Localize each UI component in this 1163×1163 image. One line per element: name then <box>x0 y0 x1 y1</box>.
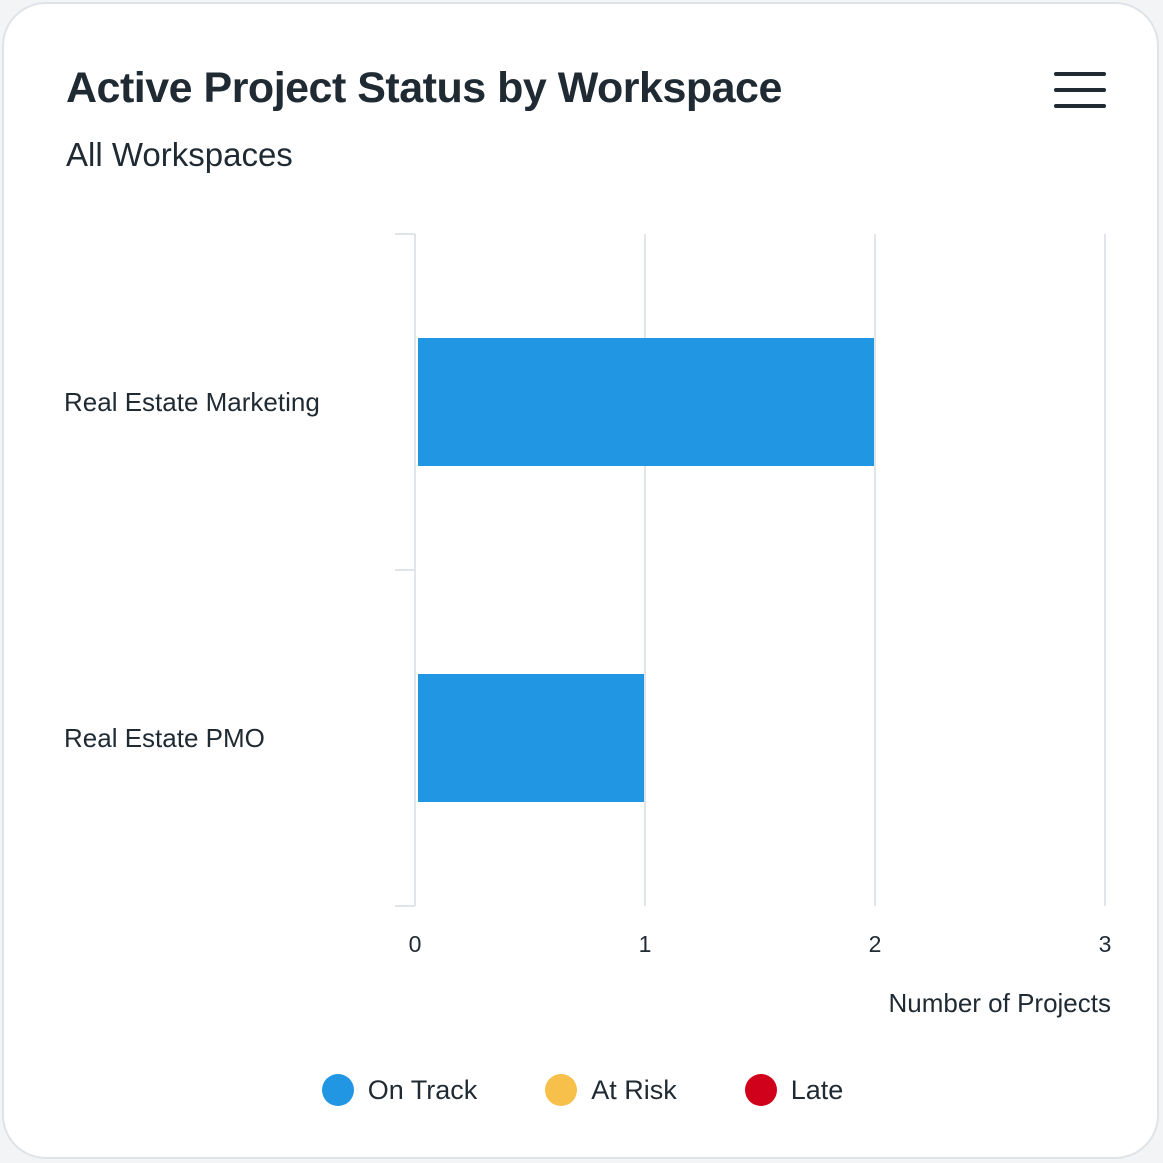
category-label: Real Estate PMO <box>64 723 265 753</box>
x-tick-label: 3 <box>1099 931 1112 957</box>
legend-dot <box>744 1074 777 1106</box>
bar-on-track <box>418 338 874 466</box>
legend-dot <box>545 1074 578 1106</box>
legend-item-at-risk[interactable]: At Risk <box>545 1070 677 1110</box>
legend-label: At Risk <box>591 1074 677 1105</box>
chart-card: Active Project Status by Workspace All W… <box>2 2 1159 1159</box>
bar-on-track <box>418 674 644 802</box>
legend-label: Late <box>790 1074 844 1105</box>
legend-label: On Track <box>367 1074 478 1105</box>
legend-item-late[interactable]: Late <box>744 1070 844 1110</box>
legend-dot <box>321 1074 354 1106</box>
x-tick-label: 0 <box>409 931 422 957</box>
legend-item-on-track[interactable]: On Track <box>321 1070 478 1110</box>
x-axis-label: Number of Projects <box>888 988 1111 1018</box>
bar-chart: Real Estate Marketing Real Estate PMO 0 1 2 3… <box>64 233 1112 1018</box>
x-tick-label: 1 <box>639 931 652 957</box>
category-label: Real Estate Marketing <box>64 387 320 417</box>
chart-legend: On Track At Risk Late <box>4 1070 1161 1110</box>
x-tick-label: 2 <box>869 931 882 957</box>
